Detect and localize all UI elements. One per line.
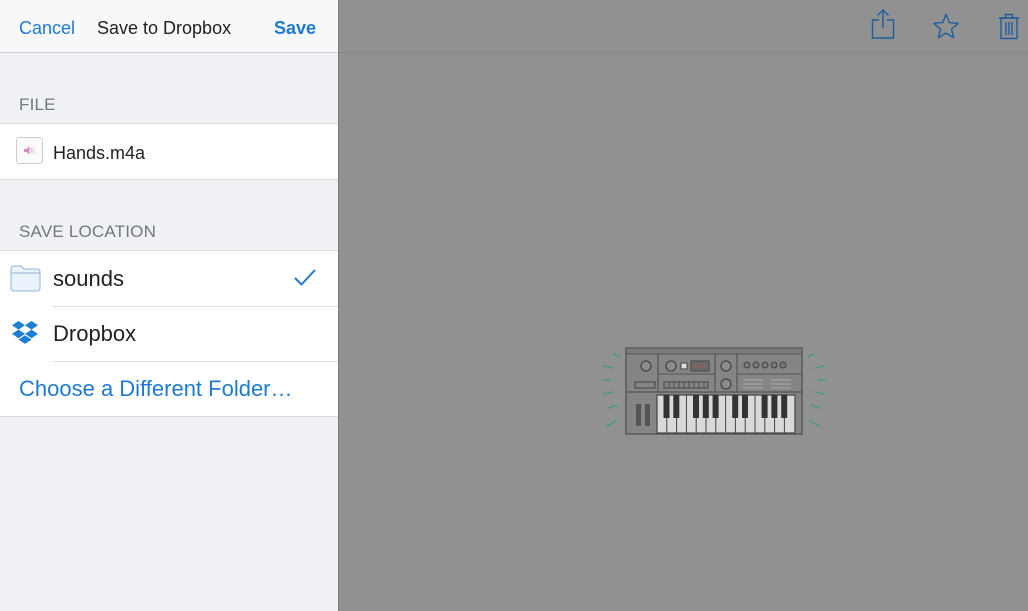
location-label-dropbox: Dropbox bbox=[53, 321, 137, 346]
file-name: Hands.m4a bbox=[53, 143, 146, 163]
location-row-dropbox[interactable]: Dropbox bbox=[0, 306, 338, 361]
share-icon[interactable] bbox=[871, 9, 895, 44]
save-button[interactable]: Save bbox=[274, 17, 316, 39]
location-row-sounds[interactable]: sounds bbox=[0, 251, 338, 306]
save-location-header: SAVE LOCATION bbox=[19, 222, 157, 241]
location-group: sounds Dropbox Choose a Different Folder… bbox=[0, 250, 338, 417]
trash-icon[interactable] bbox=[998, 13, 1020, 45]
location-label-sounds: sounds bbox=[53, 266, 124, 291]
choose-different-folder-link[interactable]: Choose a Different Folder… bbox=[19, 376, 293, 402]
cancel-button[interactable]: Cancel bbox=[19, 17, 75, 39]
checkmark-icon bbox=[294, 269, 316, 292]
nav-bar: Cancel Save to Dropbox Save bbox=[0, 0, 338, 53]
audio-file-icon bbox=[16, 137, 43, 164]
toolbar-divider bbox=[339, 52, 1028, 53]
choose-folder-row[interactable]: Choose a Different Folder… bbox=[0, 361, 338, 416]
file-row: Hands.m4a bbox=[0, 124, 338, 179]
folder-icon bbox=[10, 265, 41, 297]
save-to-dropbox-sheet: Cancel Save to Dropbox Save FILE Hands.m… bbox=[0, 0, 339, 611]
dropbox-icon bbox=[11, 320, 39, 352]
sheet-title: Save to Dropbox bbox=[97, 18, 232, 38]
file-preview-pane bbox=[339, 0, 1028, 611]
file-group: Hands.m4a bbox=[0, 123, 338, 180]
file-section-header: FILE bbox=[19, 95, 56, 114]
star-icon[interactable] bbox=[932, 13, 960, 45]
synthesizer-illustration bbox=[601, 346, 827, 443]
